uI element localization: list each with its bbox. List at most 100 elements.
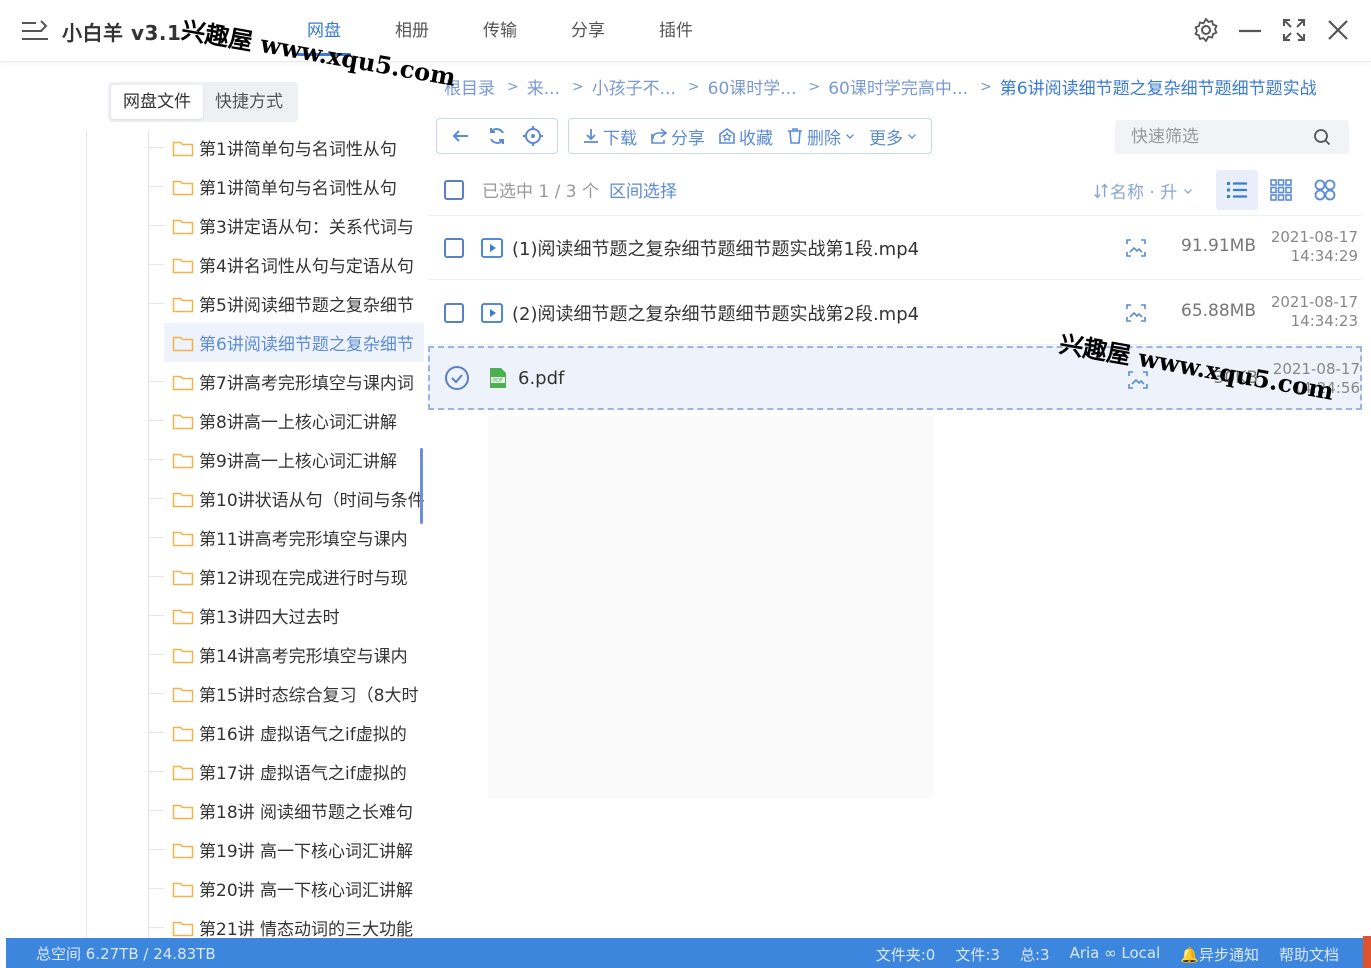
folder-item[interactable]: 第14讲高考完形填空与课内	[148, 635, 424, 674]
folder-item[interactable]: 第12讲现在完成进行时与现	[148, 557, 424, 596]
folder-label: 第3讲定语从句：关系代词与	[199, 218, 414, 238]
file-count: 文件:3	[955, 946, 1000, 964]
delete-button[interactable]: 删除	[779, 119, 863, 153]
help-docs-link[interactable]: 帮助文档	[1279, 944, 1339, 965]
delete-label: 删除	[807, 128, 841, 149]
breadcrumb-separator: >	[571, 78, 584, 95]
file-size: 91.91MB	[1181, 236, 1256, 256]
file-browser: 根目录 > 来... > 小孩子不... >60课时学... >60课时学完高中... > 第6…	[428, 66, 1371, 938]
folder-item[interactable]: 第8讲高一上核心词汇讲解	[148, 401, 424, 440]
folder-icon	[172, 726, 194, 741]
folder-item[interactable]: 第11讲高考完形填空与课内	[148, 518, 424, 557]
more-button[interactable]: 更多	[863, 119, 925, 153]
selection-count: 已选中 1 / 3 个	[482, 182, 599, 202]
range-select-link[interactable]: 区间选择	[609, 177, 677, 202]
breadcrumb-separator: >	[687, 78, 700, 95]
folder-item[interactable]: 第19讲 高一下核心词汇讲解	[148, 830, 424, 869]
chevron-down-icon	[846, 134, 854, 139]
folder-item[interactable]: 第13讲四大过去时	[148, 596, 424, 635]
folder-item[interactable]: 第15讲时态综合复习（8大时	[148, 674, 424, 713]
bell-icon: 🔔	[1180, 946, 1199, 964]
folder-item[interactable]: 第1讲简单句与名词性从句	[148, 128, 424, 167]
folder-tree: 第1讲简单句与名词性从句 第1讲简单句与名词性从句 第3讲定语从句：关系代词与 第4讲…	[148, 128, 424, 938]
folder-label: 第1讲简单句与名词性从句	[199, 179, 397, 199]
download-button[interactable]: 下载	[575, 119, 643, 153]
folder-icon	[172, 219, 194, 234]
folder-icon	[172, 843, 194, 858]
grid-view-icon[interactable]	[1260, 170, 1302, 210]
folder-item[interactable]: 第17讲 虚拟语气之if虚拟的	[148, 752, 424, 791]
breadcrumb-item[interactable]: 60课时学完高中...	[828, 74, 968, 99]
folder-label: 第16讲 虚拟语气之if虚拟的	[199, 725, 407, 745]
folder-label: 第12讲现在完成进行时与现	[199, 569, 408, 589]
favorite-label: 收藏	[739, 128, 773, 149]
row-checkbox[interactable]	[444, 237, 464, 258]
video-file-icon	[481, 302, 503, 323]
folder-item[interactable]: 第5讲阅读细节题之复杂细节	[148, 284, 424, 323]
folder-label: 第10讲状语从句（时间与条件	[199, 491, 424, 511]
tree-guide-line	[86, 130, 87, 938]
file-name: 6.pdf	[518, 367, 565, 389]
sidebar-scrollbar[interactable]	[420, 448, 423, 524]
breadcrumb-item[interactable]: 第6讲阅读细节题之复杂细节题细节题实战	[1000, 74, 1317, 99]
refresh-icon[interactable]	[479, 119, 515, 153]
preview-icon[interactable]	[1124, 236, 1148, 260]
chevron-down-icon	[908, 134, 916, 139]
folder-item[interactable]: 第6讲阅读细节题之复杂细节	[164, 323, 424, 362]
folder-item[interactable]: 第3讲定语从句：关系代词与	[148, 206, 424, 245]
tab-transfer[interactable]: 传输	[456, 0, 544, 60]
select-all-checkbox[interactable]	[444, 179, 464, 200]
breadcrumb-item[interactable]: 60课时学...	[708, 74, 797, 99]
folder-item[interactable]: 第10讲状语从句（时间与条件	[148, 479, 424, 518]
folder-item[interactable]: 第20讲 高一下核心词汇讲解	[148, 869, 424, 908]
share-button[interactable]: 分享	[643, 119, 711, 153]
notify-link[interactable]: 🔔异步通知	[1180, 944, 1259, 965]
sort-button[interactable]: 名称 · 升	[1092, 178, 1195, 203]
tab-plugin[interactable]: 插件	[632, 0, 720, 60]
menu-icon[interactable]	[20, 18, 50, 44]
breadcrumb-separator: >	[980, 78, 992, 95]
folder-item[interactable]: 第7讲高考完形填空与课内词	[148, 362, 424, 401]
settings-gear-icon[interactable]	[1192, 16, 1220, 44]
minimize-icon[interactable]	[1236, 16, 1264, 44]
list-view-icon[interactable]	[1216, 170, 1258, 210]
favorite-button[interactable]: 收藏	[711, 119, 779, 153]
total-count: 总:3	[1019, 946, 1050, 964]
folder-icon	[172, 492, 194, 507]
file-name: (1)阅读细节题之复杂细节题细节题实战第1段.mp4	[512, 238, 920, 260]
folder-label: 第20讲 高一下核心词汇讲解	[199, 881, 414, 901]
aria-status[interactable]: Aria ∞ Local	[1070, 944, 1161, 965]
folder-label: 第19讲 高一下核心词汇讲解	[199, 842, 414, 862]
breadcrumb-item[interactable]: 小孩子不...	[592, 74, 676, 99]
close-icon[interactable]	[1324, 16, 1352, 44]
share-icon	[651, 128, 668, 144]
row-checkbox[interactable]	[444, 302, 464, 323]
folder-item[interactable]: 第4讲名词性从句与定语从句	[148, 245, 424, 284]
tab-share[interactable]: 分享	[544, 0, 632, 60]
breadcrumb-item[interactable]: 来...	[527, 74, 560, 99]
preview-icon[interactable]	[1124, 301, 1148, 325]
file-row[interactable]: (1)阅读细节题之复杂细节题细节题实战第1段.mp4 91.91MB 2021-08…	[428, 216, 1362, 280]
breadcrumb-separator: >	[507, 78, 519, 95]
folder-item[interactable]: 第18讲 阅读细节题之长难句	[148, 791, 424, 830]
locate-icon[interactable]	[515, 119, 551, 153]
folder-item[interactable]: 第9讲高一上核心词汇讲解	[148, 440, 424, 479]
trash-icon	[788, 128, 802, 144]
folder-icon	[172, 297, 194, 312]
file-row[interactable]: (2)阅读细节题之复杂细节题细节题实战第2段.mp4 65.88MB 2021-08…	[428, 281, 1362, 345]
large-grid-view-icon[interactable]	[1304, 170, 1346, 210]
folder-label: 第21讲 情态动词的三大功能	[199, 920, 414, 938]
maximize-icon[interactable]	[1280, 16, 1308, 44]
quick-filter-input[interactable]	[1115, 127, 1305, 147]
folder-icon	[172, 375, 194, 390]
folder-item[interactable]: 第1讲简单句与名词性从句	[148, 167, 424, 206]
toolbar: 下载 分享 收藏 删除 更多	[436, 118, 932, 154]
action-tool-group: 下载 分享 收藏 删除 更多	[568, 118, 932, 154]
tab-pan-files[interactable]: 网盘文件	[111, 85, 203, 119]
checked-circle-icon[interactable]	[444, 365, 470, 391]
back-arrow-icon[interactable]	[443, 119, 479, 153]
tab-shortcuts[interactable]: 快捷方式	[203, 85, 295, 119]
search-icon[interactable]	[1311, 126, 1333, 148]
folder-item[interactable]: 第21讲 情态动词的三大功能	[148, 908, 424, 938]
folder-item[interactable]: 第16讲 虚拟语气之if虚拟的	[148, 713, 424, 752]
